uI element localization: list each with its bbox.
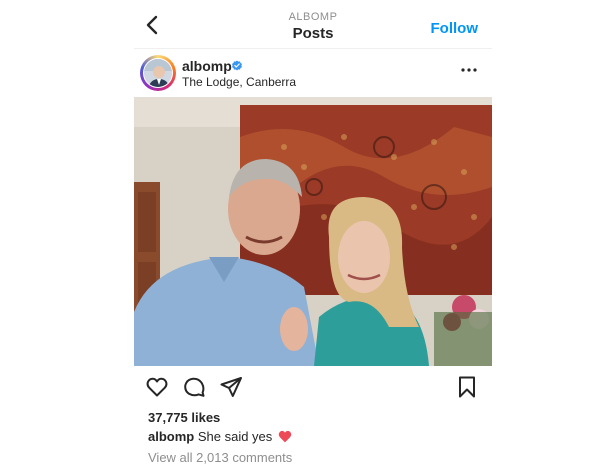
post-actions-bar [134, 372, 492, 402]
bookmark-icon[interactable] [455, 375, 479, 399]
caption-text: She said yes [197, 429, 273, 444]
view-all-comments-link[interactable]: View all 2,013 comments [148, 450, 292, 465]
post-location[interactable]: The Lodge, Canberra [182, 75, 296, 89]
comment-icon[interactable] [182, 375, 206, 399]
top-navigation-bar: ALBOMP Posts Follow [134, 0, 492, 49]
instagram-post-view: ALBOMP Posts Follow albomp The Lodge, Ca… [134, 0, 492, 465]
avatar-story-ring[interactable] [140, 55, 176, 91]
avatar [143, 58, 173, 88]
post-username[interactable]: albomp [182, 58, 232, 74]
red-heart-emoji [278, 430, 292, 443]
post-image[interactable] [134, 97, 492, 366]
heart-icon[interactable] [145, 375, 169, 399]
post-header: albomp The Lodge, Canberra [134, 52, 492, 96]
more-options-icon[interactable] [460, 65, 478, 75]
verified-badge-icon [232, 60, 242, 71]
likes-count[interactable]: 37,775 likes [148, 410, 220, 425]
post-caption: albomp She said yes [148, 429, 292, 444]
follow-button[interactable]: Follow [431, 20, 479, 37]
share-icon[interactable] [219, 375, 243, 399]
caption-username[interactable]: albomp [148, 429, 194, 444]
